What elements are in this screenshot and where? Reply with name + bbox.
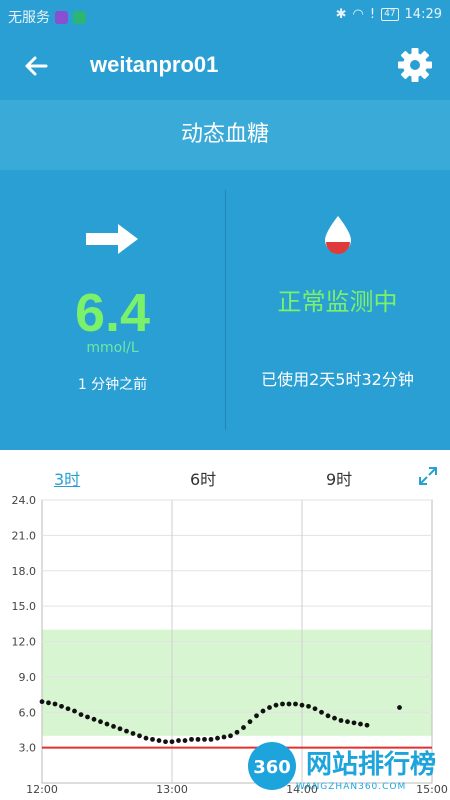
glucose-panel: 6.4 mmol/L 1 分钟之前 正常监测中 已使用2天5时32分钟 [0,170,450,450]
x-tick-label: 12:00 [26,783,58,796]
glucose-unit: mmol/L [86,340,139,356]
data-point [267,705,272,710]
data-point [163,739,168,745]
data-point [72,708,77,714]
monitor-status: 正常监测中 [277,288,398,316]
y-tick-label: 24.0 [12,494,37,507]
data-point [325,713,331,719]
data-point [247,719,253,725]
reading-time-ago: 1 分钟之前 [77,377,148,393]
clock: 14:29 [404,7,442,22]
data-point [280,701,285,707]
alert-icon: ! [369,7,376,22]
data-point [91,716,97,722]
data-point [59,703,64,709]
data-point [299,702,305,708]
arrow-left-icon [25,56,48,76]
y-tick-label: 21.0 [12,529,37,542]
data-point [351,720,357,726]
expand-icon[interactable] [418,466,438,486]
data-point [273,702,279,708]
data-point [202,736,207,742]
data-point [137,733,142,739]
data-point [208,736,214,742]
y-tick-label: 3.0 [19,742,37,755]
data-point [286,701,292,707]
app-notification-icon [55,10,68,24]
y-tick-label: 9.0 [19,671,37,684]
page-title: weitanpro01 [90,52,219,77]
data-point [182,738,188,743]
data-point [85,714,90,720]
data-point [364,722,370,728]
settings-button[interactable] [396,46,434,84]
data-point [189,736,194,742]
watermark-text: 网站排行榜 [306,750,437,780]
data-point [39,699,45,705]
x-tick-label: 15:00 [416,783,448,796]
data-point [234,729,240,735]
watermark-logo: 360 [248,742,296,790]
data-point [221,734,227,740]
app-bar: weitanpro01 [0,32,450,100]
back-button[interactable] [18,48,54,84]
data-point [143,735,149,741]
data-point [254,713,259,719]
gear-icon [398,48,432,82]
x-tick-label: 13:00 [156,783,188,796]
data-point [293,701,298,707]
data-point [176,738,181,743]
y-tick-label: 6.0 [19,706,37,719]
data-point [117,726,123,732]
data-point [215,735,220,741]
data-point [78,712,84,718]
tab-3h[interactable]: 3时 [54,466,80,490]
tab-9h[interactable]: 9时 [326,466,352,490]
data-point [124,728,129,734]
status-bar: 无服务 ✱ ◠ ! 47 14:29 [0,0,450,32]
data-point [358,721,363,727]
data-point [169,739,175,745]
bluetooth-icon: ✱ [335,7,347,22]
glucose-value: 6.4 [74,283,151,343]
data-point [130,731,136,736]
data-point [260,708,266,714]
svg-text:360: 360 [253,757,291,778]
wechat-notification-icon [73,10,86,24]
data-point [241,725,246,730]
data-point [150,736,155,742]
data-point [156,738,162,743]
data-point [111,724,116,729]
data-point [46,700,51,706]
data-point [345,719,350,725]
data-point [228,733,233,739]
y-tick-label: 12.0 [12,636,37,649]
arrow-right-icon [86,224,138,254]
data-point [397,705,402,710]
data-point [319,709,324,715]
data-point [195,736,201,742]
data-point [332,715,337,721]
data-point [52,701,58,707]
data-point [338,718,344,723]
section-title: 动态血糖 [0,100,450,170]
data-point [104,721,110,727]
watermark-subtext: WANGZHAN360.COM [296,782,407,792]
data-point [306,703,311,709]
data-point [312,706,318,712]
y-tick-label: 18.0 [12,565,37,578]
wifi-icon: ◠ [352,7,364,22]
carrier-label: 无服务 [8,10,50,26]
data-point [98,719,103,725]
y-tick-label: 15.0 [12,600,37,613]
tab-6h[interactable]: 6时 [190,466,216,490]
sensor-elapsed-time: 已使用2天5时32分钟 [261,370,414,389]
battery-icon: 47 [381,8,399,21]
blood-drop-icon [325,216,351,254]
data-point [65,706,71,712]
